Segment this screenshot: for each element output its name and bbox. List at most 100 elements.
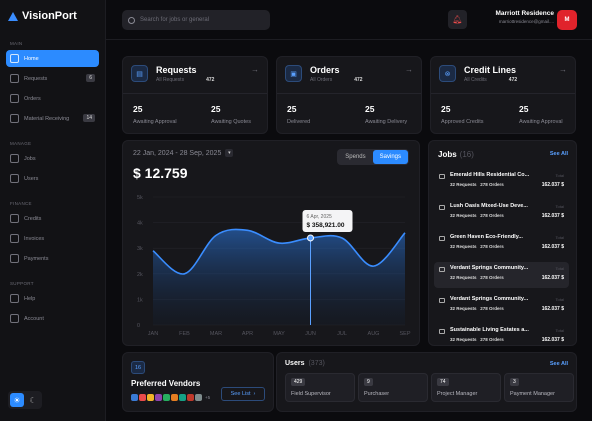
see-list-button[interactable]: See List › xyxy=(221,387,265,401)
job-total-label: Total xyxy=(555,235,564,240)
sidebar-item-payments[interactable]: Payments xyxy=(6,250,99,267)
job-row[interactable]: Green Haven Eco-Friendly... 32 Requests 2… xyxy=(434,231,569,257)
job-total-label: Total xyxy=(555,173,564,178)
stat-value: 25 xyxy=(133,104,143,114)
vendor-logo[interactable] xyxy=(179,394,186,401)
users-see-all-link[interactable]: See All xyxy=(550,361,568,367)
stat-label: Awaiting Quotes xyxy=(211,119,251,125)
light-theme-button[interactable]: ☀ xyxy=(10,393,24,407)
sidebar-item-label: Payments xyxy=(24,255,49,262)
job-total: 162.037 $ xyxy=(541,337,564,343)
theme-switcher: ☀ ☾ xyxy=(8,391,42,409)
logo-icon xyxy=(8,11,18,21)
jobs-see-all-link[interactable]: See All xyxy=(550,151,568,157)
job-row[interactable]: Verdant Springs Community... 32 Requests … xyxy=(434,293,569,319)
job-total-label: Total xyxy=(555,297,564,302)
search-input[interactable]: Search for jobs or general xyxy=(122,10,270,30)
section-finance-label: FINANCE xyxy=(10,201,32,206)
vendors-count-badge: 16 xyxy=(131,361,145,374)
card-title: Requests xyxy=(156,65,197,75)
sidebar-item-orders[interactable]: Orders xyxy=(6,90,99,107)
card-count: 472 xyxy=(354,77,363,83)
spend-area-chart[interactable]: 0 1k 2k 3k 4k 5k JAN FEB MAR APR MAY JUN JUL AUG SEP 6 … xyxy=(123,141,421,347)
job-row[interactable]: Sustainable Living Estates a... 32 Reques… xyxy=(434,324,569,350)
sidebar-item-label: Users xyxy=(24,175,39,182)
vendor-logo[interactable] xyxy=(163,394,170,401)
credit-lines-card[interactable]: ⊗ Credit Lines All Credits 472 → 25 Approve… xyxy=(430,56,576,134)
vendor-logo[interactable] xyxy=(187,394,194,401)
job-name: Emerald Hills Residential Co... xyxy=(450,172,530,178)
vendor-logo[interactable] xyxy=(139,394,146,401)
card-title: Credit Lines xyxy=(464,65,517,75)
job-name: Sustainable Living Estates a... xyxy=(450,327,529,333)
vendor-logo[interactable] xyxy=(195,394,202,401)
jobs-icon xyxy=(10,154,19,163)
job-meta: 32 Requests 278 Orders xyxy=(450,244,504,249)
arrow-right-icon[interactable]: → xyxy=(559,65,567,74)
job-name: Verdant Springs Community... xyxy=(450,296,529,302)
sidebar-item-users[interactable]: Users xyxy=(6,170,99,187)
user-role-card[interactable]: 74 Project Manager xyxy=(431,373,501,402)
users-icon xyxy=(10,174,19,183)
sidebar-item-material-receiving[interactable]: Material Receiving 14 xyxy=(6,110,99,127)
user-name: Marriott Residence xyxy=(495,10,554,17)
orders-icon: ▣ xyxy=(285,65,302,82)
dark-theme-button[interactable]: ☾ xyxy=(26,393,40,407)
vendor-logo[interactable] xyxy=(131,394,138,401)
job-total: 162.037 $ xyxy=(541,213,564,219)
section-manage-label: MANAGE xyxy=(10,141,32,146)
highlight-point xyxy=(307,234,314,242)
tooltip-value: $ 358,921.00 xyxy=(307,222,345,229)
job-meta: 32 Requests 278 Orders xyxy=(450,275,504,280)
vendor-logo[interactable] xyxy=(171,394,178,401)
briefcase-icon xyxy=(439,174,445,179)
job-row[interactable]: Verdant Springs Community... 32 Requests … xyxy=(434,262,569,288)
search-icon xyxy=(128,16,135,24)
stat-label: Awaiting Approval xyxy=(519,119,563,125)
section-main-label: MAIN xyxy=(10,41,23,46)
job-meta: 32 Requests 278 Orders xyxy=(450,337,504,342)
jobs-title-text: Jobs xyxy=(438,150,457,159)
job-total: 162.037 $ xyxy=(541,306,564,312)
y-tick-label: 4k xyxy=(137,221,143,227)
sidebar-item-home[interactable]: Home xyxy=(6,50,99,67)
vendor-logo[interactable] xyxy=(155,394,162,401)
vendor-logo[interactable] xyxy=(147,394,154,401)
y-tick-label: 0 xyxy=(137,323,140,329)
arrow-right-icon[interactable]: → xyxy=(405,65,413,74)
stat-label: Approved Credits xyxy=(441,119,484,125)
role-count: 429 xyxy=(291,378,306,386)
x-tick-label: JUL xyxy=(337,331,347,337)
sidebar-item-account[interactable]: Account xyxy=(6,310,99,327)
job-name: Lush Oasis Mixed-Use Deve... xyxy=(450,203,528,209)
user-role-card[interactable]: 429 Field Supervisor xyxy=(285,373,355,402)
job-row[interactable]: Emerald Hills Residential Co... 32 Reques… xyxy=(434,169,569,195)
requests-card[interactable]: ▤ Requests All Requests 472 → 25 Awaiting A… xyxy=(122,56,268,134)
avatar[interactable]: M xyxy=(557,10,577,30)
sidebar-item-help[interactable]: Help xyxy=(6,290,99,307)
job-meta: 32 Requests 278 Orders xyxy=(450,306,504,311)
x-tick-label: SEP xyxy=(399,331,410,337)
notification-bell-icon[interactable]: 🔔︎ xyxy=(448,10,467,29)
user-role-card[interactable]: 9 Purchaser xyxy=(358,373,428,402)
sidebar-item-credits[interactable]: Credits xyxy=(6,210,99,227)
sidebar-item-invoices[interactable]: Invoices xyxy=(6,230,99,247)
job-total-label: Total xyxy=(555,328,564,333)
divider xyxy=(123,93,267,94)
card-title: Orders xyxy=(310,65,340,75)
job-total: 162.037 $ xyxy=(541,244,564,250)
see-list-label: See List xyxy=(230,391,251,397)
arrow-right-icon[interactable]: → xyxy=(251,65,259,74)
sidebar-item-jobs[interactable]: Jobs xyxy=(6,150,99,167)
card-sub: All Requests xyxy=(156,77,185,83)
user-role-card[interactable]: 3 Payment Manager xyxy=(504,373,574,402)
orders-card[interactable]: ▣ Orders All Orders 472 → 25 Delivered 25 A… xyxy=(276,56,422,134)
job-row[interactable]: Lush Oasis Mixed-Use Deve... 32 Requests … xyxy=(434,200,569,226)
user-info[interactable]: Marriott Residence marriottresidence@gma… xyxy=(476,10,554,24)
role-label: Project Manager xyxy=(437,391,478,397)
section-support-label: SUPPORT xyxy=(10,281,34,286)
stat-value: 25 xyxy=(365,104,375,114)
vendors-more: +5 xyxy=(205,395,211,400)
logo[interactable]: VisionPort xyxy=(6,8,99,24)
sidebar-item-requests[interactable]: Requests 6 xyxy=(6,70,99,87)
